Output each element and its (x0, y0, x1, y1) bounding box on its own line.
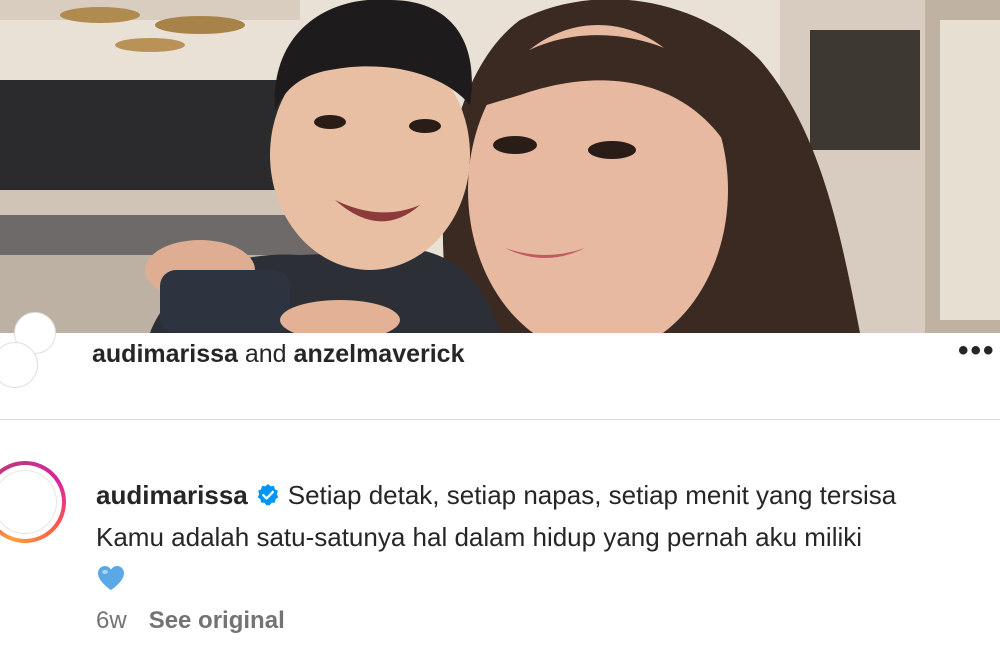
author-link-1[interactable]: audimarissa (92, 340, 238, 368)
caption-username[interactable]: audimarissa (96, 480, 248, 510)
post-age[interactable]: 6w (96, 607, 127, 634)
caption-line-1: audimarissa Setiap detak, setiap napas, s… (96, 474, 1000, 516)
post-photo-illustration (0, 0, 1000, 333)
authors-joiner: and (244, 340, 287, 368)
post-photo[interactable] (0, 0, 1000, 333)
caption-text-line-1: Setiap detak, setiap napas, setiap menit… (287, 480, 897, 510)
blue-heart-icon (96, 562, 126, 590)
see-original-button[interactable]: See original (149, 607, 285, 634)
caption-text-line-2: Kamu adalah satu-satunya hal dalam hidup… (96, 522, 863, 552)
verified-badge-icon (256, 477, 280, 506)
caption-line-3 (96, 558, 1000, 600)
more-horizontal-icon[interactable]: ••• (958, 336, 1000, 370)
post-meta: 6w See original (96, 606, 285, 636)
post-authors: audimarissa and anzelmaverick (92, 339, 465, 369)
avatar-story-ring[interactable] (0, 461, 66, 543)
post-caption: audimarissa Setiap detak, setiap napas, s… (96, 474, 1000, 600)
author-link-2[interactable]: anzelmaverick (294, 340, 465, 368)
